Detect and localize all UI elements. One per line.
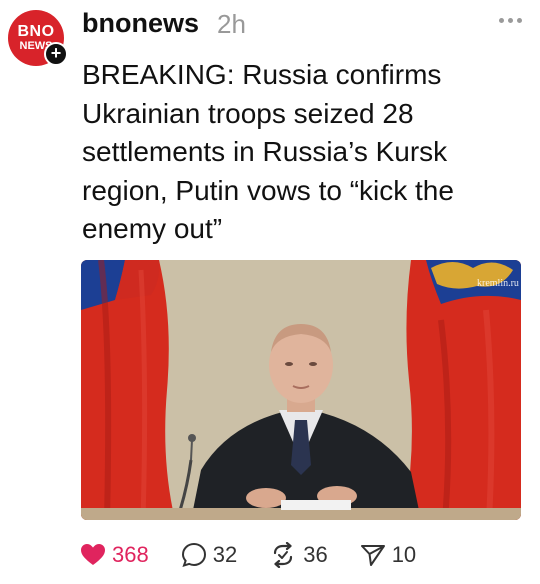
avatar-text-line1: BNO — [17, 23, 55, 40]
comment-button[interactable]: 32 — [181, 542, 237, 568]
like-button[interactable]: 368 — [80, 542, 149, 568]
more-options-icon[interactable] — [499, 18, 522, 23]
russian-flag-right — [403, 260, 521, 520]
post-time: 2h — [217, 9, 246, 39]
repost-count: 36 — [303, 542, 328, 567]
like-count: 368 — [112, 542, 149, 567]
action-bar: 368 32 36 10 — [80, 540, 448, 570]
send-icon — [360, 545, 385, 566]
post-image[interactable]: kremlin.ru — [81, 260, 521, 520]
repost-button[interactable]: 36 — [269, 542, 328, 568]
heart-icon — [81, 544, 105, 565]
comment-icon — [181, 542, 206, 568]
watermark: kremlin.ru — [477, 278, 519, 289]
username[interactable]: bnonews — [82, 8, 199, 39]
follow-plus-icon[interactable]: + — [44, 42, 68, 66]
russian-flag-left — [81, 260, 175, 520]
share-button[interactable]: 10 — [360, 542, 416, 568]
video-still: kremlin.ru — [81, 260, 521, 520]
comment-count: 32 — [212, 542, 238, 567]
repost-icon — [274, 542, 293, 568]
post-text: BREAKING: Russia confirms Ukrainian troo… — [82, 59, 454, 244]
share-count: 10 — [391, 542, 417, 567]
